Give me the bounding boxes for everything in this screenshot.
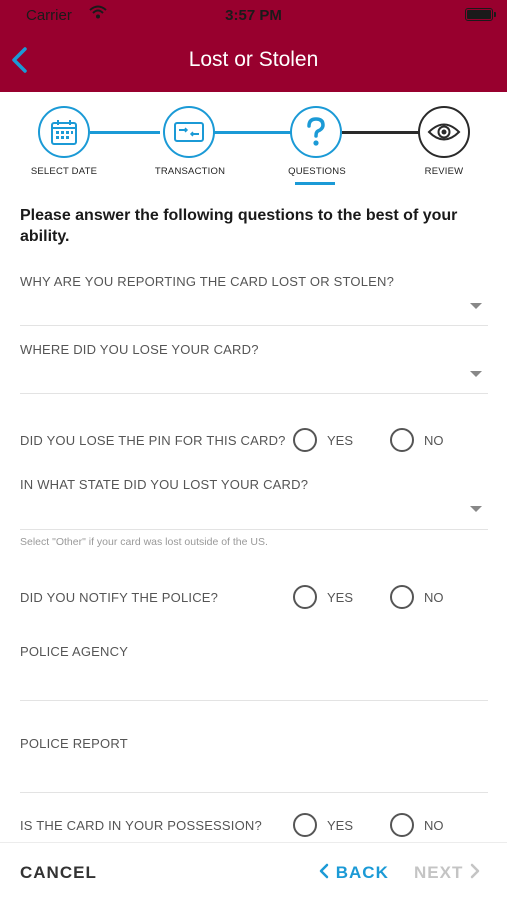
step-connector bbox=[342, 131, 422, 134]
pin-label: DID YOU LOSE THE PIN FOR THIS CARD? bbox=[20, 433, 286, 448]
state-hint: Select "Other" if your card was lost out… bbox=[20, 536, 268, 548]
police-yes-radio[interactable] bbox=[293, 585, 317, 609]
police-no-radio[interactable] bbox=[390, 585, 414, 609]
agency-label: POLICE AGENCY bbox=[20, 644, 129, 659]
report-label: POLICE REPORT bbox=[20, 736, 128, 751]
possession-yes-radio[interactable] bbox=[293, 813, 317, 837]
pin-no-radio[interactable] bbox=[390, 428, 414, 452]
possession-no-radio[interactable] bbox=[390, 813, 414, 837]
chevron-left-icon bbox=[319, 863, 329, 879]
chevron-right-icon bbox=[470, 863, 480, 879]
police-yes-label: YES bbox=[327, 590, 354, 605]
step-select-date[interactable] bbox=[38, 106, 90, 158]
footer-bar: CANCEL BACK NEXT bbox=[0, 842, 507, 900]
where-label: WHERE DID YOU LOSE YOUR CARD? bbox=[20, 342, 259, 357]
question-icon bbox=[307, 117, 325, 146]
back-button-label: BACK bbox=[335, 863, 389, 882]
step-connector bbox=[90, 131, 160, 134]
step-label: TRANSACTION bbox=[154, 166, 226, 177]
back-button[interactable]: BACK bbox=[318, 863, 389, 883]
next-button[interactable]: NEXT bbox=[414, 863, 481, 883]
card-transfer-icon bbox=[174, 122, 204, 142]
step-label: SELECT DATE bbox=[30, 166, 98, 177]
step-questions[interactable] bbox=[290, 106, 342, 158]
page-title: Lost or Stolen bbox=[188, 48, 319, 71]
state-label: IN WHAT STATE DID YOU LOST YOUR CARD? bbox=[20, 477, 309, 492]
pin-yes-label: YES bbox=[327, 433, 354, 448]
intro-text: Please answer the following questions to… bbox=[20, 207, 458, 245]
police-label: DID YOU NOTIFY THE POLICE? bbox=[20, 590, 219, 605]
eye-icon bbox=[427, 123, 461, 141]
step-transaction[interactable] bbox=[163, 106, 215, 158]
pin-yes-radio[interactable] bbox=[293, 428, 317, 452]
divider bbox=[20, 325, 488, 326]
possession-yes-label: YES bbox=[327, 818, 354, 833]
chevron-down-icon bbox=[470, 371, 482, 377]
clock: 3:57 PM bbox=[225, 7, 282, 24]
battery-icon bbox=[465, 8, 496, 21]
active-step-indicator bbox=[295, 182, 335, 185]
divider bbox=[20, 792, 488, 793]
pin-no-label: NO bbox=[424, 433, 444, 448]
state-dropdown[interactable] bbox=[20, 495, 488, 529]
divider bbox=[20, 700, 488, 701]
reason-label: WHY ARE YOU REPORTING THE CARD LOST OR S… bbox=[20, 274, 395, 289]
possession-no-label: NO bbox=[424, 818, 444, 833]
nav-bar: Lost or Stolen bbox=[0, 32, 507, 92]
status-bar: Carrier 3:57 PM bbox=[0, 0, 507, 32]
agency-input[interactable] bbox=[20, 664, 488, 700]
report-input[interactable] bbox=[20, 756, 488, 792]
chevron-down-icon bbox=[470, 303, 482, 309]
step-label: REVIEW bbox=[424, 166, 464, 177]
police-no-label: NO bbox=[424, 590, 444, 605]
form-intro: Please answer the following questions to… bbox=[20, 205, 488, 247]
reason-dropdown[interactable] bbox=[20, 292, 488, 326]
cancel-button[interactable]: CANCEL bbox=[20, 863, 97, 883]
where-dropdown[interactable] bbox=[20, 360, 488, 394]
next-button-label: NEXT bbox=[414, 863, 464, 882]
chevron-down-icon bbox=[470, 506, 482, 512]
progress-stepper: SELECT DATE TRANSACTION QUESTIONS REVIEW bbox=[0, 92, 507, 192]
step-review[interactable] bbox=[418, 106, 470, 158]
divider bbox=[20, 529, 488, 530]
step-connector bbox=[214, 131, 294, 134]
possession-label: IS THE CARD IN YOUR POSSESSION? bbox=[20, 818, 262, 833]
step-label: QUESTIONS bbox=[288, 166, 346, 177]
calendar-icon bbox=[51, 120, 77, 145]
divider bbox=[20, 393, 488, 394]
